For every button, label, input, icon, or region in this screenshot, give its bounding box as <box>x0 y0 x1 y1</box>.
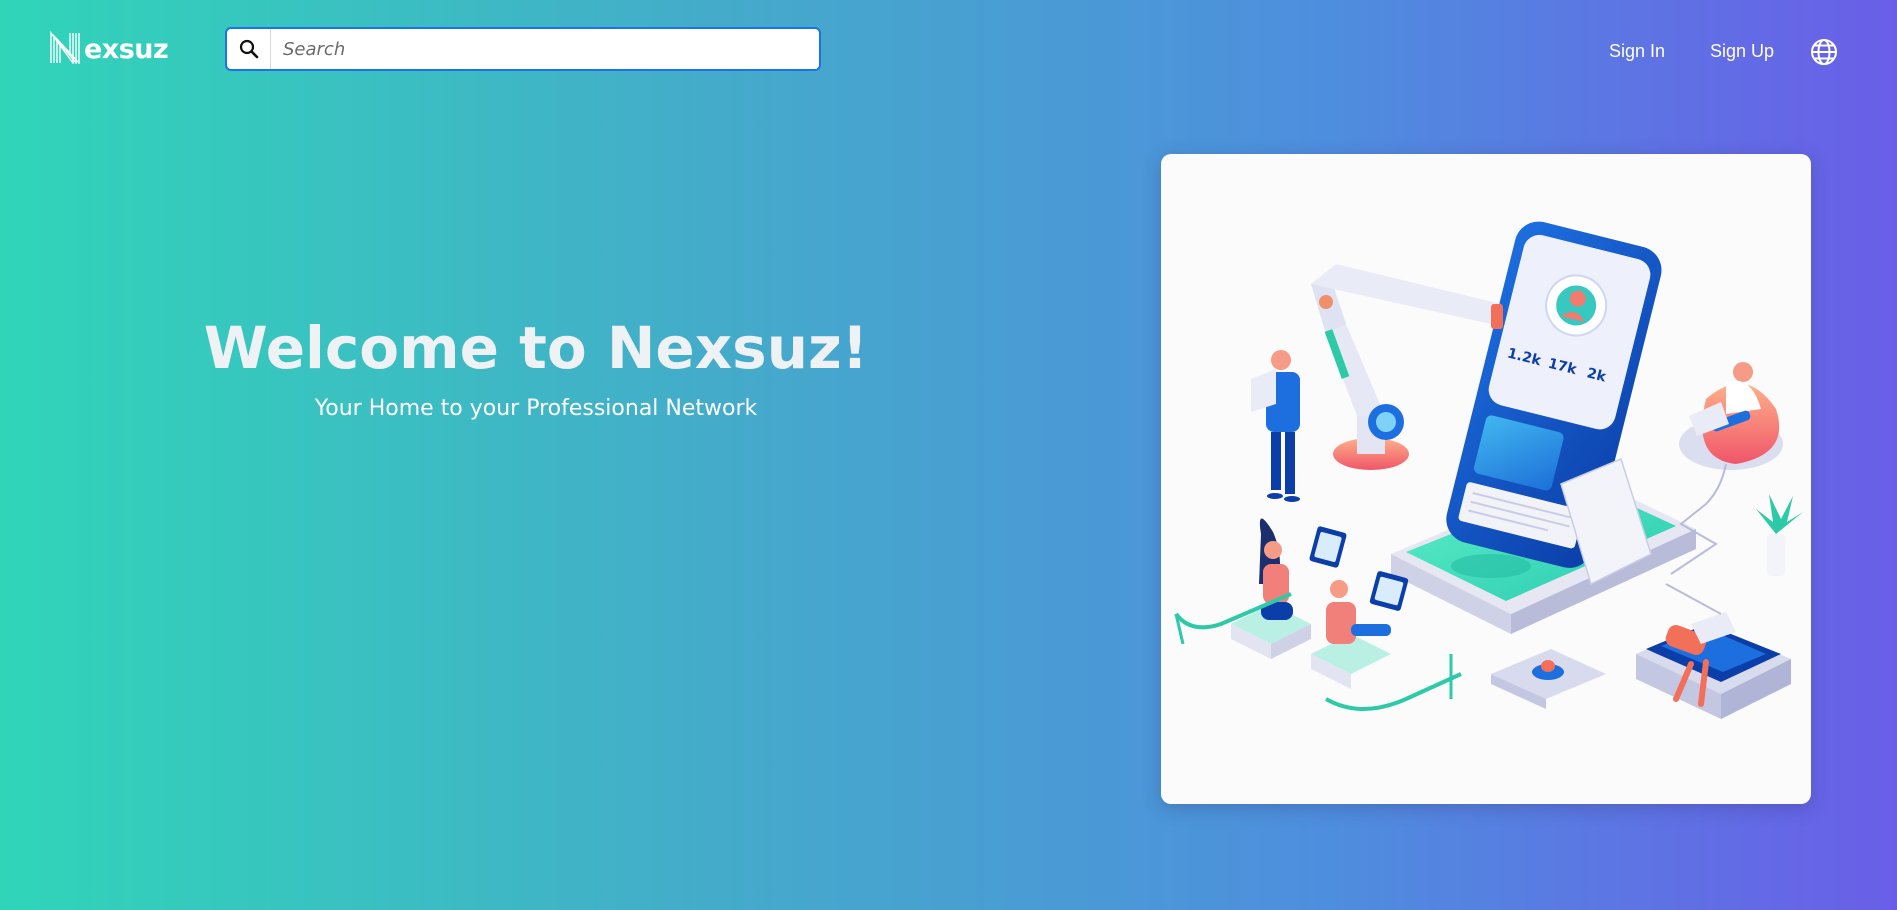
search-input[interactable] <box>271 29 819 69</box>
logo-n-mark <box>50 31 80 64</box>
globe-icon[interactable] <box>1810 38 1838 66</box>
sign-up-link[interactable]: Sign Up <box>1710 40 1774 62</box>
sign-in-link[interactable]: Sign In <box>1609 40 1665 62</box>
logo-text: exsuz <box>84 34 169 65</box>
hero-subtitle: Your Home to your Professional Network <box>314 396 758 421</box>
search-icon[interactable] <box>227 29 271 69</box>
hero-title: Welcome to Nexsuz! <box>203 314 869 382</box>
search-bar[interactable] <box>225 27 821 71</box>
hero-illustration: 1.2k 17k 2k <box>1161 154 1811 804</box>
logo[interactable]: exsuz <box>49 30 169 65</box>
